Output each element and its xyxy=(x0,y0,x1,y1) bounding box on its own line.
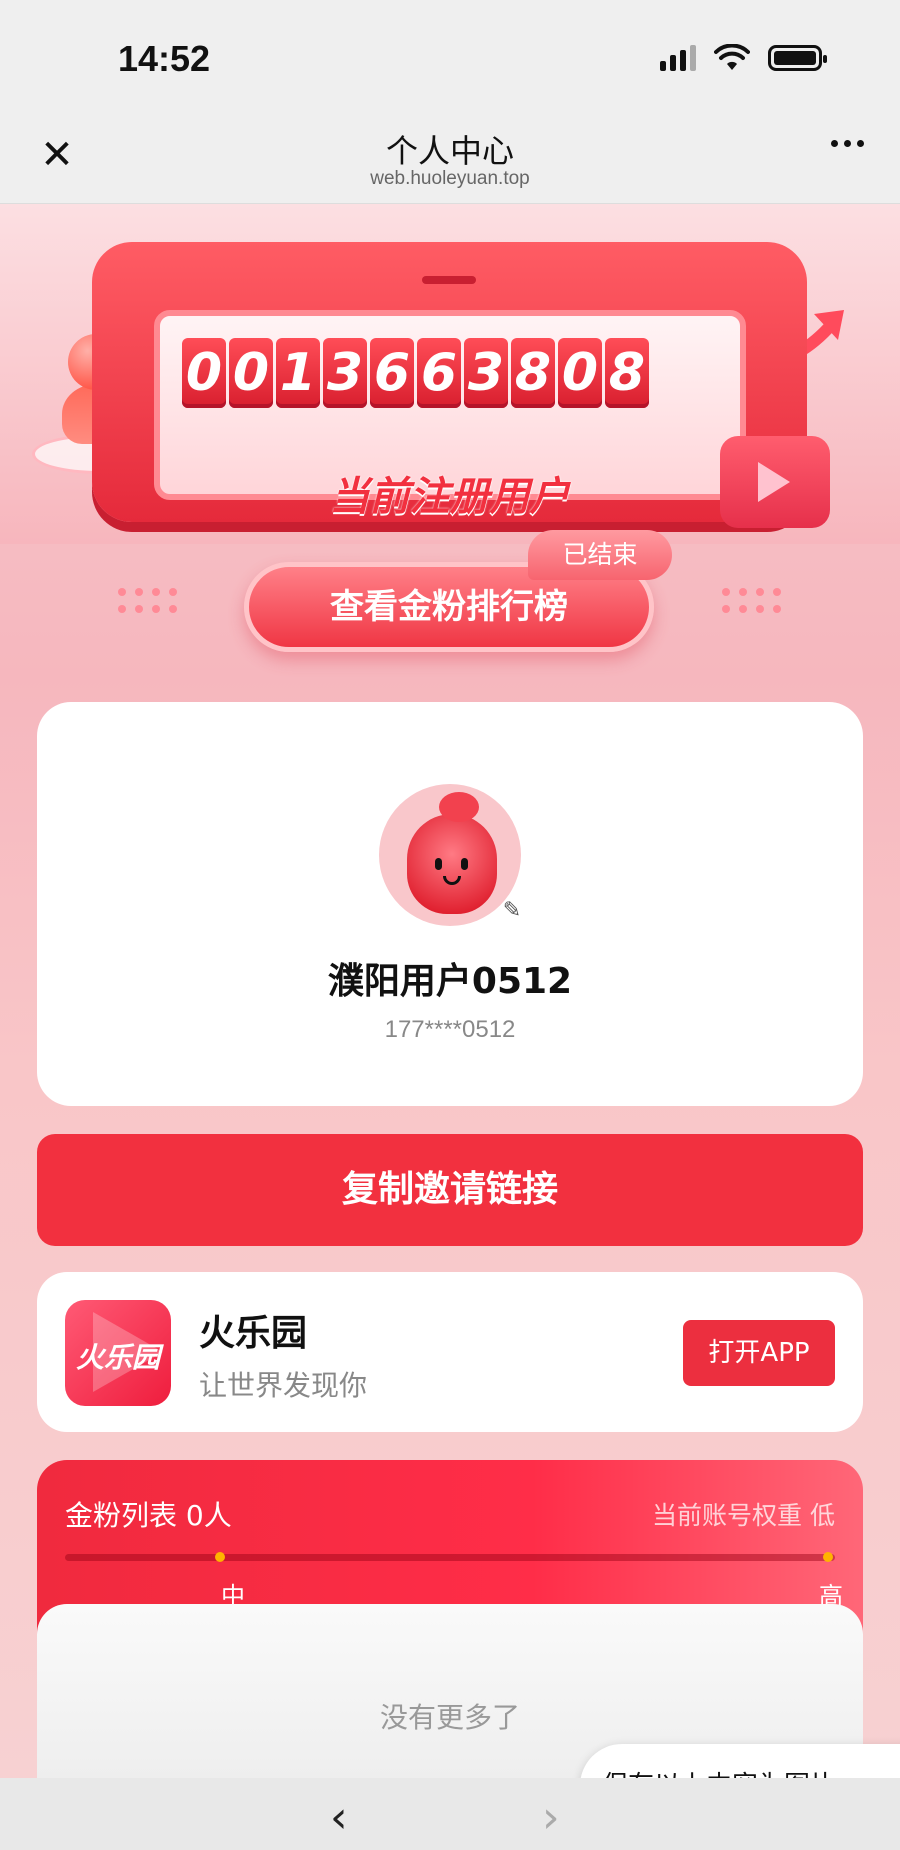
counter-digit: 6 xyxy=(417,338,461,408)
forward-arrow-icon[interactable]: › xyxy=(542,1796,560,1840)
copy-invite-link-button[interactable]: 复制邀请链接 xyxy=(37,1134,863,1246)
app-slogan: 让世界发现你 xyxy=(199,1369,368,1402)
user-nickname: 濮阳用户0512 xyxy=(327,961,573,1002)
back-arrow-icon[interactable]: ‹ xyxy=(330,1796,348,1840)
main-page: 当前注册用户 0 0 1 3 6 6 3 8 0 8 查看金粉排行榜 已结束 ✎… xyxy=(0,204,900,1778)
dots-decoration-right-icon xyxy=(722,588,781,613)
counter-digit: 1 xyxy=(276,338,320,408)
status-icons xyxy=(660,44,827,72)
pencil-icon[interactable]: ✎ xyxy=(499,898,525,924)
counter-digit: 3 xyxy=(323,338,367,408)
page-url: web.huoleyuan.top xyxy=(370,168,530,189)
browser-bottom-bar: ‹ › xyxy=(0,1778,900,1850)
counter-digit: 0 xyxy=(558,338,602,408)
video-play-decoration-icon xyxy=(720,436,830,528)
more-dots-icon[interactable] xyxy=(831,140,864,147)
weight-progress-track xyxy=(65,1552,835,1562)
profile-card: ✎ 濮阳用户0512 177****0512 xyxy=(37,702,863,1106)
dots-decoration-left-icon xyxy=(118,588,177,613)
counter-digit: 0 xyxy=(229,338,273,408)
registered-users-digits: 0 0 1 3 6 6 3 8 0 8 xyxy=(182,338,649,408)
level-marker-high xyxy=(823,1552,833,1562)
app-logo-text: 火乐园 xyxy=(75,1341,160,1374)
page-title: 个人中心 xyxy=(385,132,514,170)
level-marker-mid xyxy=(215,1552,225,1562)
cellular-signal-icon xyxy=(660,45,696,71)
user-phone: 177****0512 xyxy=(384,1016,516,1043)
counter-digit: 6 xyxy=(370,338,414,408)
status-time: 14:52 xyxy=(118,38,211,79)
wifi-icon xyxy=(714,44,750,70)
counter-label: 当前注册用户 xyxy=(329,474,570,520)
counter-digit: 3 xyxy=(464,338,508,408)
app-logo: 火乐园 xyxy=(65,1300,171,1406)
battery-icon xyxy=(768,45,827,71)
fans-list-title: 金粉列表 0人 xyxy=(65,1499,232,1532)
account-weight-label: 当前账号权重 低 xyxy=(652,1501,835,1530)
browser-nav-bar: ✕ 个人中心 web.huoleyuan.top xyxy=(0,110,900,204)
open-app-button[interactable]: 打开APP xyxy=(683,1320,835,1386)
no-more-text: 没有更多了 xyxy=(379,1701,520,1734)
counter-digit: 8 xyxy=(605,338,649,408)
status-bar: 14:52 xyxy=(0,0,900,110)
app-card: 火乐园 火乐园 让世界发现你 打开APP xyxy=(37,1272,863,1432)
counter-digit: 0 xyxy=(182,338,226,408)
ended-badge: 已结束 xyxy=(528,530,672,580)
app-name: 火乐园 xyxy=(199,1313,308,1354)
counter-digit: 8 xyxy=(511,338,555,408)
